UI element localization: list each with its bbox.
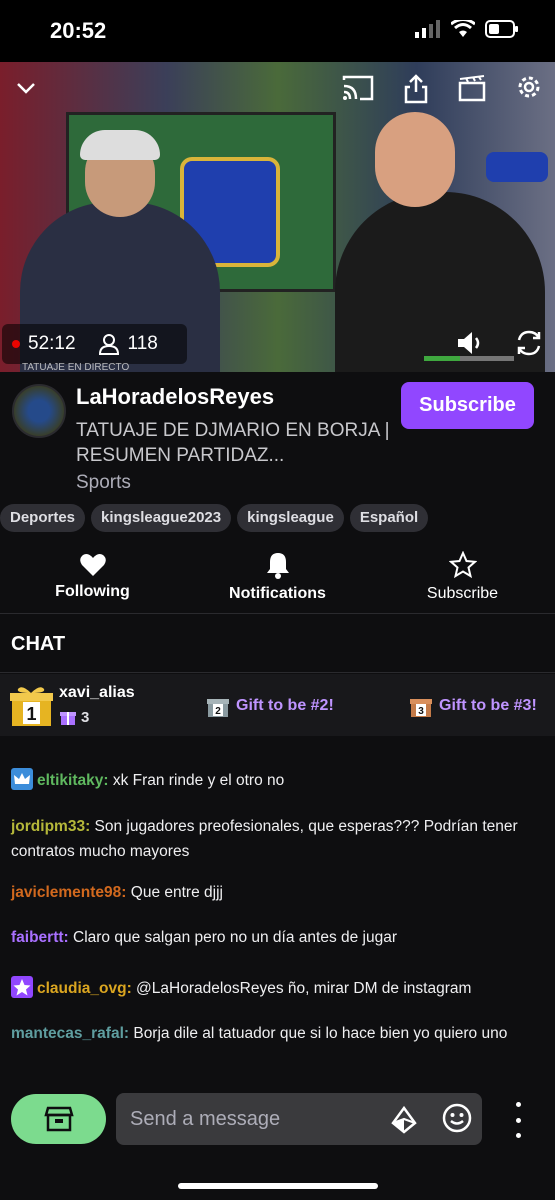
subscribe-action-label: Subscribe	[426, 584, 499, 602]
bits-icon[interactable]	[391, 1106, 417, 1134]
svg-text:3: 3	[418, 706, 424, 717]
channel-name[interactable]: LaHoradelosReyes	[76, 384, 274, 410]
stream-title: TATUAJE DE DJMARIO EN BORJA | RESUMEN PA…	[76, 420, 390, 466]
chat-text: @LaHoradelosReyes ño, mirar DM de instag…	[131, 980, 472, 997]
video-person-right-head	[375, 112, 455, 207]
heart-icon	[79, 553, 106, 576]
share-icon[interactable]	[404, 74, 428, 104]
stream-category[interactable]: Sports	[76, 472, 131, 494]
chat-message-input[interactable]	[116, 1093, 482, 1145]
chat-username[interactable]: jordipm33:	[11, 818, 90, 835]
gift-rank-2-icon: 2	[207, 699, 229, 717]
chat-input-row	[0, 1092, 555, 1147]
avatar[interactable]	[12, 384, 66, 438]
home-indicator	[178, 1183, 378, 1189]
chat-text: xk Fran rinde y el otro no	[108, 772, 285, 789]
channel-info: LaHoradelosReyes TATUAJE DE DJMARIO EN B…	[0, 372, 555, 500]
following-button[interactable]: Following	[0, 540, 185, 613]
live-info: 52:12 118	[2, 324, 187, 364]
chat-message: jordipm33: Son jugadores preofesionales,…	[11, 814, 546, 864]
chat-message: eltikitaky: xk Fran rinde y el otro no	[11, 768, 546, 793]
video-person-left-cap	[80, 130, 160, 160]
gift-leader-name[interactable]: xavi_alias	[59, 684, 135, 702]
gift-rank-1-icon[interactable]: 1	[10, 684, 53, 727]
tag-chip[interactable]: kingsleague	[237, 504, 344, 532]
tag-chip[interactable]: Deportes	[0, 504, 86, 532]
chat-message: faibertt: Claro que salgan pero no un dí…	[11, 925, 546, 950]
chat-text: Que entre djjj	[126, 884, 223, 901]
chat-text: Claro que salgan pero no un día antes de…	[68, 929, 398, 946]
notifications-label: Notifications	[229, 584, 326, 602]
gift-leader-count: 3	[59, 708, 89, 726]
video-corner-logo	[486, 152, 548, 182]
viewer-icon	[98, 334, 119, 355]
chat-username[interactable]: faibertt:	[11, 929, 69, 946]
svg-text:2: 2	[215, 706, 221, 717]
chat-username[interactable]: claudia_ovg:	[37, 980, 132, 997]
wifi-icon	[451, 20, 475, 37]
rotate-icon[interactable]	[514, 328, 544, 358]
chat-message: javiclemente98: Que entre djjj	[11, 880, 546, 905]
emote-icon[interactable]	[442, 1103, 472, 1133]
gift-slot-2-label: Gift to be #2!	[236, 697, 334, 714]
chat-message: mantecas_rafal: Borja dile al tatuador q…	[11, 1021, 546, 1046]
star-badge-icon[interactable]	[11, 976, 33, 998]
gift-slot-2[interactable]: 2 Gift to be #2!	[206, 694, 334, 718]
chat-header: CHAT	[0, 615, 555, 673]
live-dot-icon	[12, 340, 20, 348]
svg-text:1: 1	[26, 704, 36, 724]
gift-leaderboard: 1 xavi_alias 3 2 Gift to be #2! 3 Gift t…	[0, 674, 555, 736]
chat-username[interactable]: eltikitaky:	[37, 772, 109, 789]
tag-chip[interactable]: kingsleague2023	[91, 504, 232, 532]
chat-message: claudia_ovg: @LaHoradelosReyes ño, mirar…	[11, 976, 546, 1001]
notifications-button[interactable]: Notifications	[185, 540, 370, 613]
video-caption: TATUAJE EN DIRECTO	[22, 362, 130, 372]
subscribe-button[interactable]: Subscribe	[401, 382, 534, 429]
store-icon	[43, 1106, 74, 1132]
star-icon	[448, 550, 477, 578]
volume-icon[interactable]	[456, 330, 486, 356]
video-player[interactable]: 52:12 118 TATUAJE EN DIRECTO	[0, 62, 555, 372]
chat-text: Borja dile al tatuador que si lo hace bi…	[129, 1025, 508, 1042]
chat-username[interactable]: mantecas_rafal:	[11, 1025, 129, 1042]
signal-icon	[415, 20, 440, 38]
chat-title: CHAT	[11, 633, 66, 655]
status-bar: 20:52	[0, 0, 555, 62]
viewer-count: 118	[127, 333, 158, 354]
battery-icon	[485, 20, 518, 38]
tag-chip[interactable]: Español	[349, 504, 429, 532]
gear-icon[interactable]	[514, 72, 544, 102]
chevron-down-icon[interactable]	[14, 76, 38, 100]
gift-count-value: 3	[81, 708, 90, 726]
more-options-icon[interactable]	[508, 1102, 528, 1138]
volume-bar[interactable]	[424, 356, 514, 361]
action-bar: Following Notifications Subscribe	[0, 540, 555, 614]
subscribe-action-button[interactable]: Subscribe	[370, 540, 555, 613]
tag-list: Deportes kingsleague2023 kingsleague Esp…	[0, 504, 429, 532]
gift-icon	[60, 712, 76, 725]
crown-badge-icon[interactable]	[11, 768, 33, 790]
gift-slot-3-label: Gift to be #3!	[439, 697, 537, 714]
cast-icon[interactable]	[342, 74, 374, 102]
clip-icon[interactable]	[458, 74, 486, 102]
status-time: 20:52	[50, 18, 107, 43]
chat-username[interactable]: javiclemente98:	[11, 884, 126, 901]
gift-rank-3-icon: 3	[410, 699, 432, 717]
following-label: Following	[55, 582, 130, 600]
gift-slot-3[interactable]: 3 Gift to be #3!	[409, 694, 537, 718]
live-duration: 52:12	[28, 333, 76, 354]
bell-icon	[266, 552, 289, 579]
store-button[interactable]	[11, 1094, 106, 1144]
